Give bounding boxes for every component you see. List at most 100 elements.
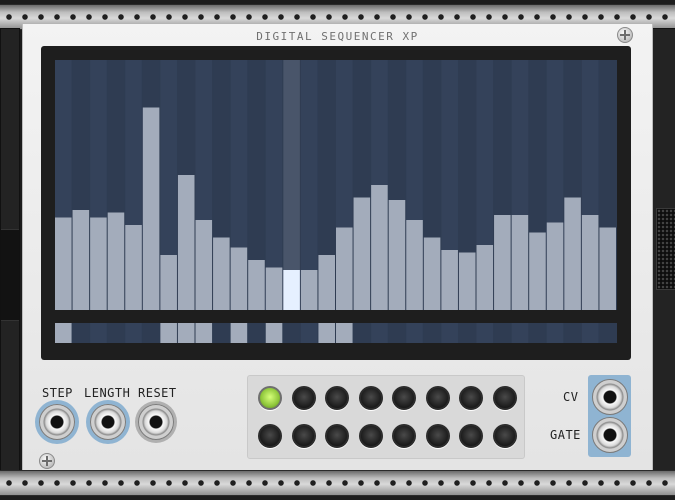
cv-bar[interactable] [423, 237, 441, 311]
neighbor-panel-left [1, 229, 19, 321]
cv-step-editor[interactable] [55, 60, 617, 310]
gate-cell[interactable] [230, 323, 248, 343]
gate-cell[interactable] [476, 323, 494, 343]
step-button[interactable] [358, 386, 383, 410]
gate-cell[interactable] [318, 323, 335, 343]
step-button[interactable] [358, 424, 383, 448]
cv-bar[interactable] [546, 222, 564, 311]
gate-cell[interactable] [90, 323, 107, 343]
rail-holes [4, 479, 671, 487]
cv-bar[interactable] [599, 227, 616, 311]
gate-cell[interactable] [494, 323, 511, 343]
cv-bar[interactable] [494, 215, 511, 310]
gate-cell[interactable] [388, 323, 406, 343]
step-label: STEP [42, 386, 73, 400]
cv-bar[interactable] [353, 197, 371, 311]
gate-cell[interactable] [177, 323, 195, 343]
step-button[interactable] [291, 386, 316, 410]
cv-bar[interactable] [265, 267, 283, 311]
gate-cell[interactable] [581, 323, 599, 343]
step-button[interactable] [392, 424, 416, 448]
gate-output-label: GATE [550, 428, 581, 442]
cv-bar[interactable] [581, 215, 599, 310]
cv-bar[interactable] [125, 225, 142, 310]
step-button[interactable] [492, 386, 517, 410]
step-button[interactable] [258, 424, 282, 448]
reset-input-jack[interactable] [138, 404, 174, 440]
rack-rail-bottom [0, 470, 675, 496]
gate-cell[interactable] [406, 323, 423, 343]
gate-cell[interactable] [529, 323, 546, 343]
cv-bar[interactable] [177, 175, 195, 310]
gate-cell[interactable] [371, 323, 388, 343]
gate-cell[interactable] [423, 323, 441, 343]
step-button[interactable] [492, 424, 517, 448]
cv-bar[interactable] [72, 210, 90, 310]
gate-cell[interactable] [511, 323, 529, 343]
step-button[interactable] [459, 424, 483, 448]
gate-cell[interactable] [441, 323, 458, 343]
step-button[interactable] [425, 386, 450, 410]
cv-bar[interactable] [230, 247, 248, 311]
step-button[interactable] [325, 386, 349, 410]
cv-bar[interactable] [564, 197, 581, 311]
cv-bar[interactable] [55, 217, 72, 311]
gate-cell[interactable] [564, 323, 581, 343]
gate-cells[interactable] [55, 323, 617, 343]
cv-bars[interactable] [55, 60, 617, 310]
step-button[interactable] [392, 386, 416, 410]
gate-cell[interactable] [142, 323, 160, 343]
cv-bar[interactable] [406, 220, 423, 310]
gate-cell[interactable] [195, 323, 213, 343]
cv-bar[interactable] [476, 245, 494, 310]
gate-cell[interactable] [458, 323, 476, 343]
step-button[interactable] [291, 424, 316, 448]
step-input-jack[interactable] [39, 404, 75, 440]
cv-bar[interactable] [107, 212, 125, 311]
sequencer-module: DIGITAL SEQUENCER XP STEP LENGTH RESET C… [22, 24, 653, 470]
cv-bar[interactable] [283, 270, 300, 310]
gate-cell[interactable] [300, 323, 318, 343]
ribbon-connector [656, 208, 675, 290]
cv-output-jack[interactable] [592, 379, 628, 415]
gate-cell[interactable] [546, 323, 564, 343]
cv-bar[interactable] [388, 200, 406, 310]
cv-bar[interactable] [458, 252, 476, 311]
cv-bar[interactable] [90, 217, 107, 311]
step-button[interactable] [459, 386, 483, 410]
gate-cell[interactable] [72, 323, 90, 343]
cv-bar[interactable] [142, 107, 160, 311]
cv-bar[interactable] [160, 255, 177, 310]
gate-cell[interactable] [125, 323, 142, 343]
step-button[interactable] [325, 424, 349, 448]
step-button[interactable] [425, 424, 450, 448]
gate-cell[interactable] [336, 323, 353, 343]
cv-bar[interactable] [371, 185, 388, 310]
step-button[interactable] [258, 386, 282, 410]
cv-bar[interactable] [441, 250, 458, 310]
screw-icon [617, 27, 633, 43]
module-title: DIGITAL SEQUENCER XP [256, 30, 419, 43]
cv-bar[interactable] [529, 232, 546, 311]
gate-cell[interactable] [283, 323, 300, 343]
cv-bar[interactable] [300, 270, 318, 310]
cv-bar[interactable] [336, 227, 353, 311]
cv-bar[interactable] [511, 215, 529, 310]
cv-bar[interactable] [213, 237, 230, 311]
gate-cell[interactable] [248, 323, 265, 343]
cv-bar[interactable] [318, 255, 335, 310]
sequence-display [41, 46, 631, 360]
gate-cell[interactable] [107, 323, 125, 343]
gate-cell[interactable] [265, 323, 283, 343]
gate-cell[interactable] [160, 323, 177, 343]
gate-cell[interactable] [55, 323, 72, 343]
length-input-jack[interactable] [90, 404, 126, 440]
gate-cell[interactable] [213, 323, 230, 343]
gate-step-row[interactable] [55, 323, 617, 343]
gate-cell[interactable] [353, 323, 371, 343]
cv-bar[interactable] [248, 260, 265, 310]
cv-bar[interactable] [195, 220, 213, 310]
gate-cell[interactable] [599, 323, 616, 343]
gate-output-jack[interactable] [592, 417, 628, 453]
neighbor-module-left [0, 28, 20, 472]
